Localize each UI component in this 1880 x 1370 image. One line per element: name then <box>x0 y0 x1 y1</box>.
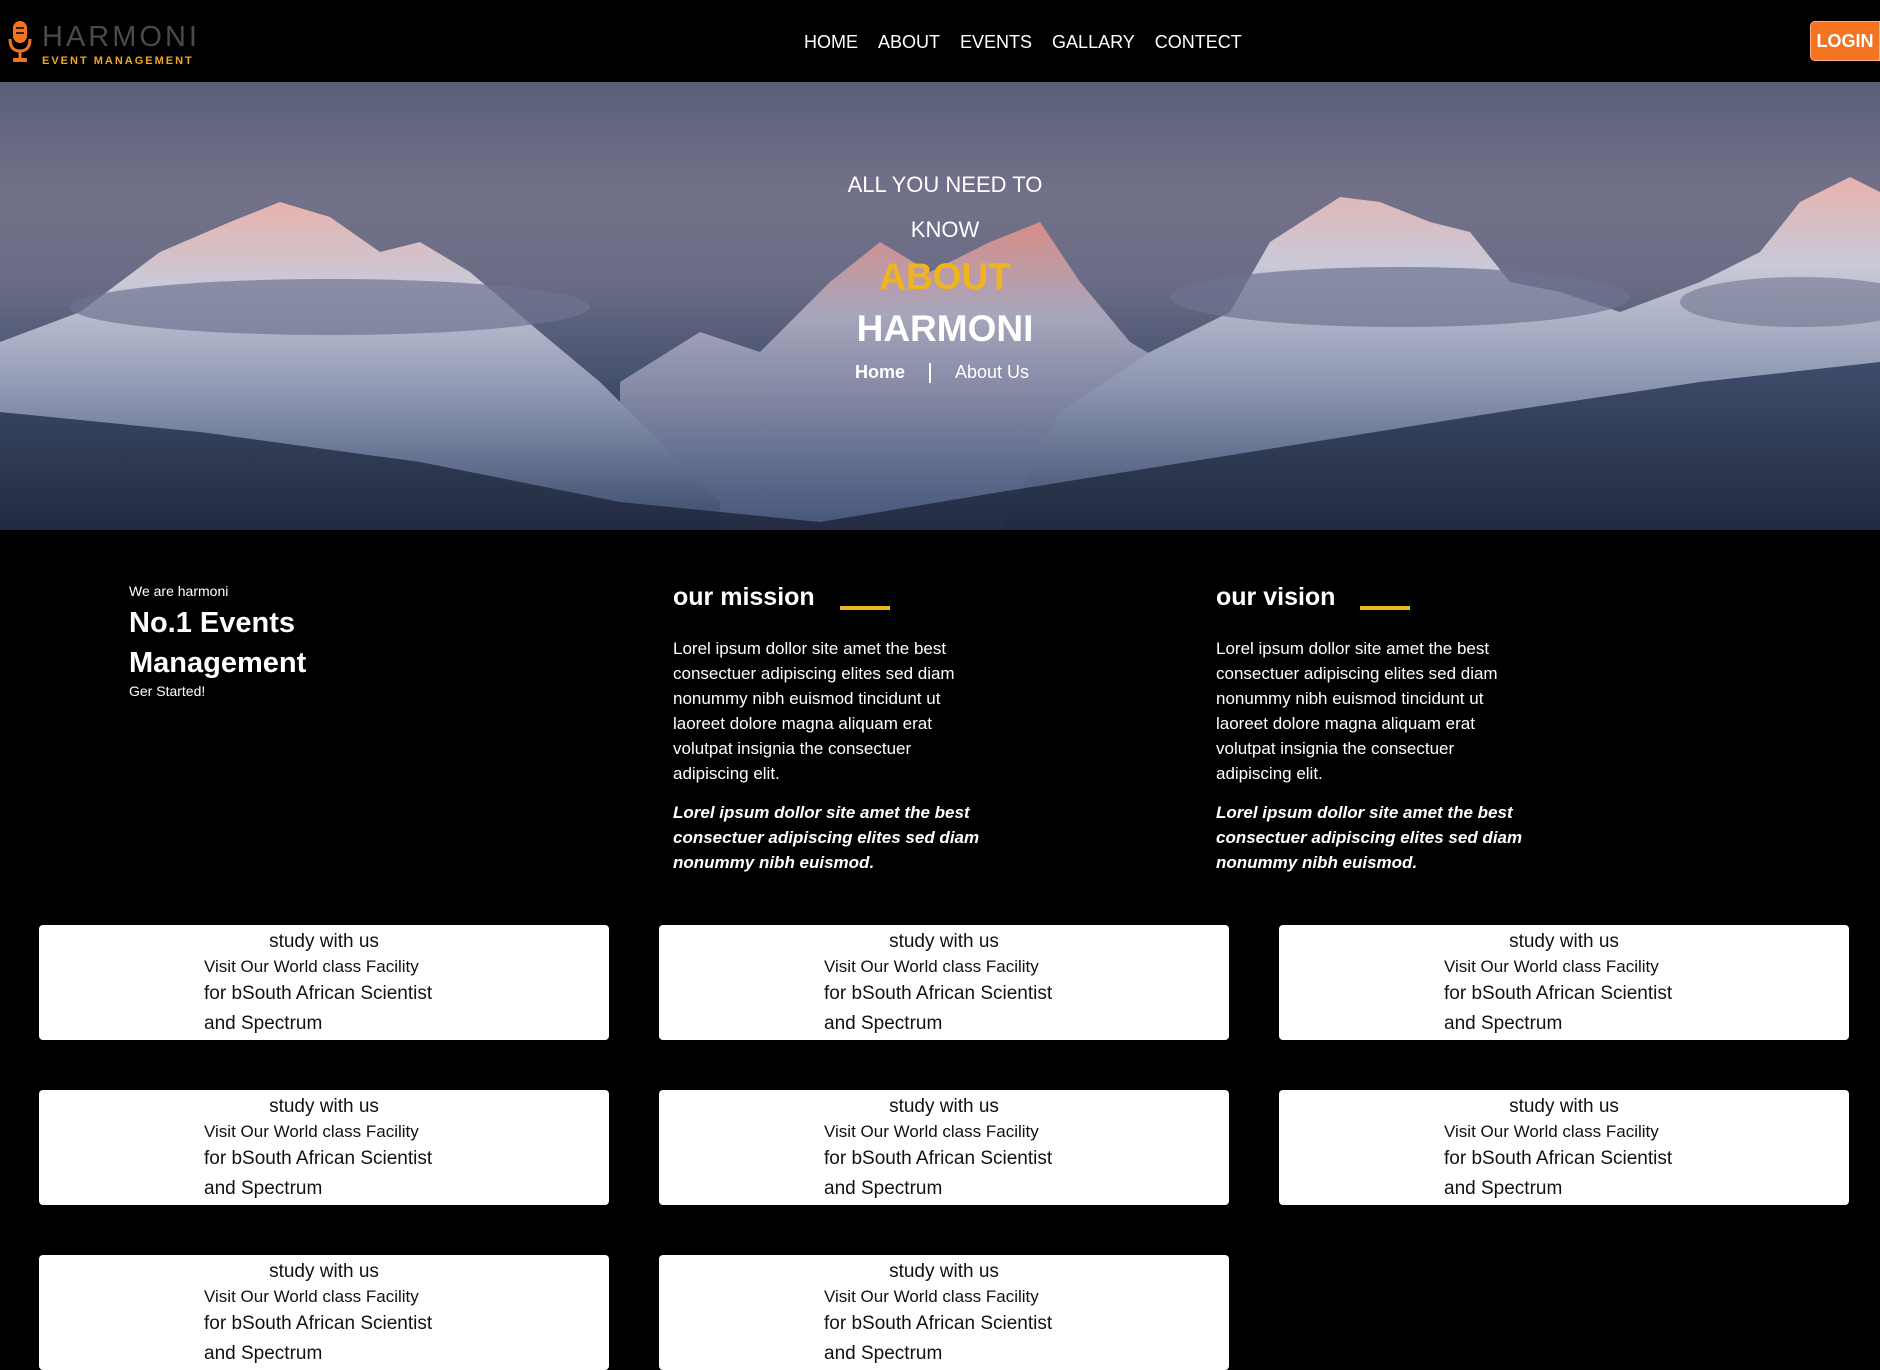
hero-line-1: ALL YOU NEED TO <box>847 172 1043 197</box>
card-line-3: and Spectrum <box>1444 1013 1563 1034</box>
hero-title: HARMONI <box>856 308 1034 349</box>
card-line-2: for bSouth African Scientist <box>824 1313 1053 1334</box>
card-title: study with us <box>889 1096 999 1117</box>
brand-text: HARMONI EVENT MANAGEMENT <box>42 19 200 68</box>
vision-accent-bar <box>1360 606 1411 610</box>
get-started-link[interactable]: Ger Started! <box>129 683 429 699</box>
mission-accent-bar <box>839 606 890 610</box>
brand-logo[interactable]: HARMONI EVENT MANAGEMENT <box>8 19 200 68</box>
hero-line-2: KNOW <box>910 217 980 242</box>
card-line-1: Visit Our World class Facility <box>824 1287 1039 1306</box>
site-header: HARMONI EVENT MANAGEMENT HOME ABOUT EVEN… <box>0 0 1880 82</box>
card-line-1: Visit Our World class Facility <box>1444 957 1659 976</box>
study-card[interactable]: study with us Visit Our World class Faci… <box>39 1090 609 1205</box>
mission-title: our mission <box>673 583 815 611</box>
card-line-3: and Spectrum <box>824 1178 943 1199</box>
nav-gallary[interactable]: GALLARY <box>1052 28 1135 56</box>
card-line-3: and Spectrum <box>824 1013 943 1034</box>
nav-home[interactable]: HOME <box>804 28 858 56</box>
intro-title: No.1 Events Management <box>129 607 307 679</box>
brand-name: HARMONI <box>42 21 200 53</box>
card-title: study with us <box>269 931 379 952</box>
card-title: study with us <box>269 1096 379 1117</box>
study-card[interactable]: study with us Visit Our World class Faci… <box>1279 925 1849 1040</box>
mission-section: our mission Lorel ipsum dollor site amet… <box>673 582 1003 875</box>
study-card[interactable]: study with us Visit Our World class Faci… <box>659 1090 1229 1205</box>
card-line-1: Visit Our World class Facility <box>824 957 1039 976</box>
intro-kicker: We are harmoni <box>129 583 229 599</box>
card-title: study with us <box>889 931 999 952</box>
card-line-3: and Spectrum <box>204 1343 323 1364</box>
card-line-2: for bSouth African Scientist <box>204 1148 433 1169</box>
vision-emphasis: Lorel ipsum dollor site amet the best co… <box>1216 803 1523 872</box>
vision-body: Lorel ipsum dollor site amet the best co… <box>1216 639 1498 783</box>
breadcrumb: Home About Us <box>855 362 1029 383</box>
card-line-2: for bSouth African Scientist <box>204 983 433 1004</box>
brand-tagline: EVENT MANAGEMENT <box>42 55 194 67</box>
nav-about[interactable]: ABOUT <box>878 28 940 56</box>
vision-title: our vision <box>1216 583 1336 611</box>
vision-section: our vision Lorel ipsum dollor site amet … <box>1216 582 1546 875</box>
card-line-2: for bSouth African Scientist <box>204 1313 433 1334</box>
card-line-1: Visit Our World class Facility <box>1444 1122 1659 1141</box>
breadcrumb-separator <box>929 362 932 383</box>
microphone-icon <box>8 21 32 62</box>
card-line-1: Visit Our World class Facility <box>204 1287 419 1306</box>
card-line-2: for bSouth African Scientist <box>824 1148 1053 1169</box>
card-line-3: and Spectrum <box>204 1013 323 1034</box>
card-title: study with us <box>889 1261 999 1282</box>
card-line-2: for bSouth African Scientist <box>1444 983 1673 1004</box>
breadcrumb-home-link[interactable]: Home <box>855 362 905 383</box>
vision-header: our vision <box>1216 582 1546 612</box>
card-line-1: Visit Our World class Facility <box>204 957 419 976</box>
nav-events[interactable]: EVENTS <box>960 28 1032 56</box>
hero-heading: ALL YOU NEED TO KNOW ABOUT HARMONI <box>840 162 1050 354</box>
card-line-3: and Spectrum <box>204 1178 323 1199</box>
login-button[interactable]: LOGIN <box>1810 21 1880 61</box>
mission-header: our mission <box>673 582 1003 612</box>
card-title: study with us <box>269 1261 379 1282</box>
main-nav: HOME ABOUT EVENTS GALLARY CONTECT <box>804 28 1262 56</box>
intro-block: We are harmoni No.1 Events Management Ge… <box>129 582 429 699</box>
card-title: study with us <box>1509 931 1619 952</box>
hero-highlight: ABOUT <box>879 256 1011 297</box>
study-card[interactable]: study with us Visit Our World class Faci… <box>39 1255 609 1370</box>
mission-emphasis: Lorel ipsum dollor site amet the best co… <box>673 803 980 872</box>
mission-body: Lorel ipsum dollor site amet the best co… <box>673 639 955 783</box>
study-card[interactable]: study with us Visit Our World class Faci… <box>659 925 1229 1040</box>
nav-contect[interactable]: CONTECT <box>1155 28 1242 56</box>
breadcrumb-current: About Us <box>955 362 1030 382</box>
study-card[interactable]: study with us Visit Our World class Faci… <box>39 925 609 1040</box>
card-line-1: Visit Our World class Facility <box>824 1122 1039 1141</box>
study-card[interactable]: study with us Visit Our World class Faci… <box>1279 1090 1849 1205</box>
card-line-3: and Spectrum <box>824 1343 943 1364</box>
study-card[interactable]: study with us Visit Our World class Faci… <box>659 1255 1229 1370</box>
card-line-3: and Spectrum <box>1444 1178 1563 1199</box>
card-line-2: for bSouth African Scientist <box>824 983 1053 1004</box>
card-line-1: Visit Our World class Facility <box>204 1122 419 1141</box>
card-title: study with us <box>1509 1096 1619 1117</box>
hero-banner: ALL YOU NEED TO KNOW ABOUT HARMONI Home … <box>0 82 1880 530</box>
card-line-2: for bSouth African Scientist <box>1444 1148 1673 1169</box>
